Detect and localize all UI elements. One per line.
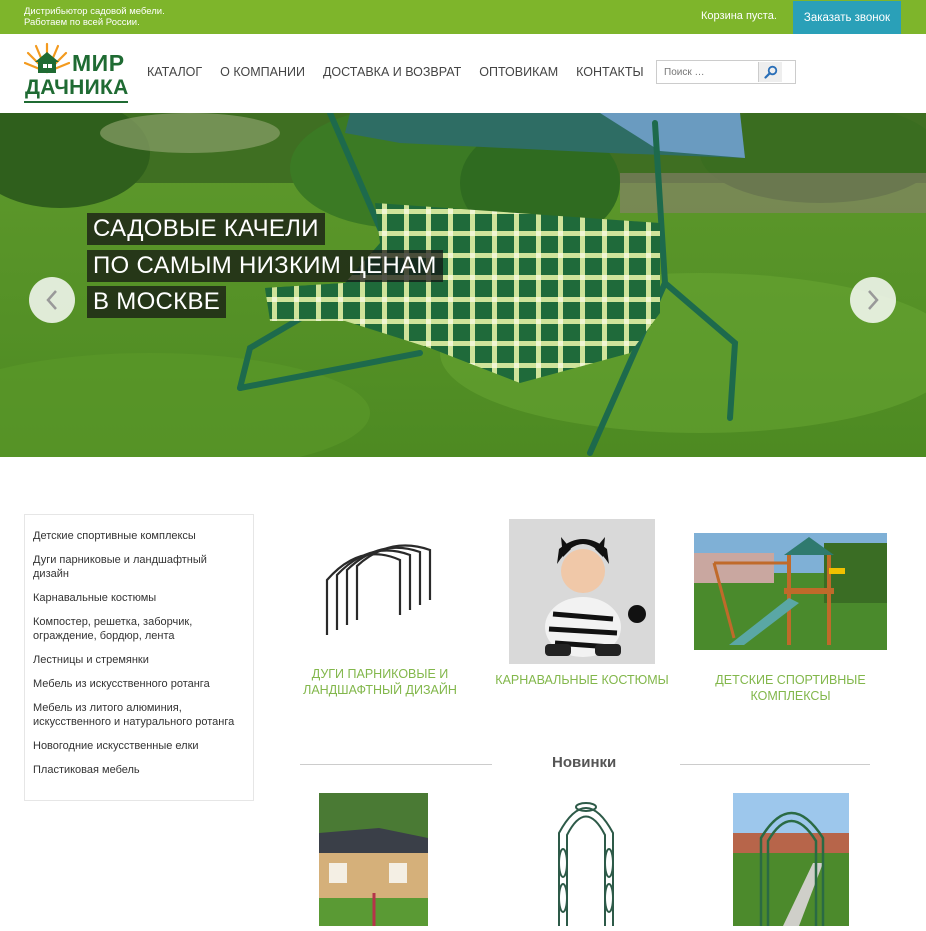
category-caption-arcs: ДУГИ ПАРНИКОВЫЕ И ЛАНДШАФТНЫЙ ДИЗАЙН [303, 667, 457, 697]
nav-wholesale[interactable]: ОПТОВИКАМ [479, 65, 558, 79]
sidebar-item-plastic[interactable]: Пластиковая мебель [25, 763, 253, 777]
search-box [656, 60, 796, 84]
category-card-sport-complexes[interactable]: ДЕТСКИЕ СПОРТИВНЫЕ КОМПЛЕКСЫ [694, 533, 887, 704]
sidebar-item-rattan[interactable]: Мебель из искусственного ротанга [25, 677, 253, 691]
tagline: Дистрибьютор садовой мебели. Работаем по… [24, 6, 165, 28]
sidebar-item-xmas-trees[interactable]: Новогодние искусственные елки [25, 739, 253, 753]
search-button[interactable] [758, 62, 782, 82]
category-card-costumes[interactable]: КАРНАВАЛЬНЫЕ КОСТЮМЫ [492, 519, 672, 688]
hero-slider: САДОВЫЕ КАЧЕЛИ ПО САМЫМ НИЗКИМ ЦЕНАМ В М… [0, 113, 926, 457]
callback-button[interactable]: Заказать звонок [793, 1, 901, 34]
slider-prev-button[interactable] [29, 277, 75, 323]
garden-arch-photo-image [733, 793, 849, 926]
magnifier-icon [763, 65, 777, 79]
nav-catalog[interactable]: КАТАЛОГ [147, 65, 202, 79]
header: МИР ДАЧНИКА КАТАЛОГ О КОМПАНИИ ДОСТАВКА … [0, 34, 926, 113]
category-caption-sport-complexes: ДЕТСКИЕ СПОРТИВНЫЕ КОМПЛЕКСЫ [715, 673, 866, 703]
nav-about[interactable]: О КОМПАНИИ [220, 65, 305, 79]
zebra-costume-image [509, 519, 655, 664]
logo-underline [24, 101, 128, 103]
tagline-line-2: Работаем по всей России. [24, 17, 140, 28]
sidebar-item-ladders[interactable]: Лестницы и стремянки [25, 653, 253, 667]
hero-swing-image [0, 113, 926, 457]
new-arrivals-heading: Новинки [300, 754, 870, 774]
arcs-image [325, 544, 432, 635]
divider-left [300, 764, 492, 765]
nav-delivery[interactable]: ДОСТАВКА И ВОЗВРАТ [323, 65, 461, 79]
nav-contacts[interactable]: КОНТАКТЫ [576, 65, 643, 79]
new-product-1[interactable] [319, 793, 428, 931]
garden-arch-image [558, 802, 614, 926]
logo-word-1: МИР [72, 50, 125, 76]
sidebar-item-costumes[interactable]: Карнавальные костюмы [25, 591, 253, 605]
sidebar-item-sport-complexes[interactable]: Детские спортивные комплексы [25, 529, 253, 543]
slider-next-button[interactable] [850, 277, 896, 323]
category-caption-costumes: КАРНАВАЛЬНЫЕ КОСТЮМЫ [495, 673, 669, 687]
tagline-line-1: Дистрибьютор садовой мебели. [24, 6, 165, 17]
hero-line-3: В МОСКВЕ [87, 286, 227, 318]
category-sidebar: Детские спортивные комплексы Дуги парник… [24, 514, 254, 801]
chevron-left-icon [46, 290, 57, 310]
new-product-3[interactable] [733, 793, 849, 931]
divider-right [680, 764, 870, 765]
logo[interactable]: МИР ДАЧНИКА [24, 42, 129, 103]
top-bar: Дистрибьютор садовой мебели. Работаем по… [0, 0, 926, 34]
logo-word-2: ДАЧНИКА [25, 76, 129, 99]
sidebar-item-composters[interactable]: Компостер, решетка, заборчик, ограждение… [25, 615, 253, 643]
hero-line-2: ПО САМЫМ НИЗКИМ ЦЕНАМ [87, 250, 443, 282]
new-arrivals-title: Новинки [552, 754, 617, 771]
playground-image [694, 533, 887, 650]
sidebar-item-aluminium[interactable]: Мебель из литого алюминия, искусственног… [25, 701, 253, 729]
new-product-2[interactable] [553, 793, 619, 931]
hero-line-1: САДОВЫЕ КАЧЕЛИ [87, 213, 325, 245]
main-nav: КАТАЛОГ О КОМПАНИИ ДОСТАВКА И ВОЗВРАТ ОП… [147, 65, 662, 79]
chevron-right-icon [868, 290, 879, 310]
sidebar-item-arcs[interactable]: Дуги парниковые и ландшафтный дизайн [25, 553, 253, 581]
category-card-arcs[interactable]: ДУГИ ПАРНИКОВЫЕ И ЛАНДШАФТНЫЙ ДИЗАЙН [290, 540, 470, 698]
garden-house-image [319, 793, 428, 926]
cart-status[interactable]: Корзина пуста. [701, 10, 777, 22]
sun-house-icon [24, 42, 70, 74]
search-input[interactable] [657, 61, 758, 83]
